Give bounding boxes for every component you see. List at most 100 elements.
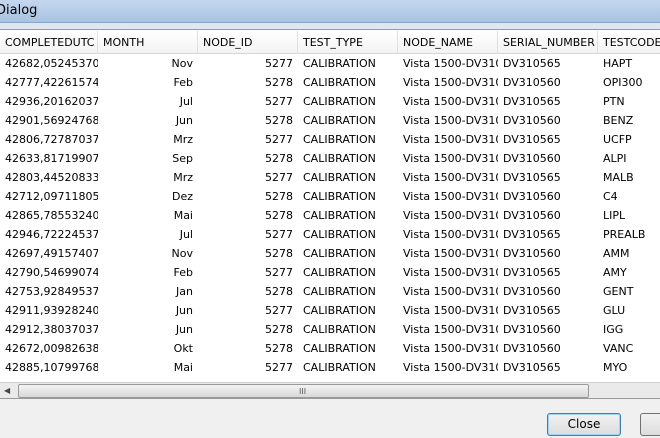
cell-test-type[interactable]: CALIBRATION — [298, 111, 398, 130]
cell-testcode[interactable]: PREALB — [598, 225, 660, 244]
cell-testcode[interactable]: GENT — [598, 282, 660, 301]
table-row[interactable]: 42865,785532407 Mai 5278 CALIBRATION Vista 1… — [0, 206, 660, 225]
cell-serial-number[interactable]: DV310565 — [498, 225, 598, 244]
cell-testcode[interactable]: HAPT — [598, 54, 660, 73]
table-row[interactable]: 42911,939282407 Jun 5277 CALIBRATION Vista 1… — [0, 301, 660, 320]
cell-month[interactable]: Sep — [98, 149, 198, 168]
cell-completedutc[interactable]: 42803,445208333 — [0, 168, 98, 187]
cell-testcode[interactable]: ALPI — [598, 149, 660, 168]
cell-serial-number[interactable]: DV310560 — [498, 206, 598, 225]
cell-serial-number[interactable]: DV310560 — [498, 187, 598, 206]
cell-completedutc[interactable]: 42682,052453704 — [0, 54, 98, 73]
cell-node-id[interactable]: 5278 — [198, 187, 298, 206]
cell-month[interactable]: Jun — [98, 301, 198, 320]
table-row[interactable]: 42936,20162037 Jul 5277 CALIBRATION Vista 15… — [0, 92, 660, 111]
cell-completedutc[interactable]: 42911,939282407 — [0, 301, 98, 320]
cell-completedutc[interactable]: 42865,785532407 — [0, 206, 98, 225]
cell-node-id[interactable]: 5277 — [198, 263, 298, 282]
cell-node-name[interactable]: Vista 1500-DV3105 — [398, 92, 498, 111]
table-row[interactable]: 42806,72787037 Mrz 5277 CALIBRATION Vista 15… — [0, 130, 660, 149]
horizontal-scrollbar[interactable]: ◀ III — [0, 382, 660, 398]
title-bar[interactable]: Dialog — [0, 0, 660, 23]
cell-testcode[interactable]: LIPL — [598, 206, 660, 225]
table-row[interactable]: 42901,569247685 Jun 5278 CALIBRATION Vista 1… — [0, 111, 660, 130]
cell-node-name[interactable]: Vista 1500-DV3105 — [398, 54, 498, 73]
table-row[interactable]: 42753,92849537 Jan 5278 CALIBRATION Vista 15… — [0, 282, 660, 301]
cell-serial-number[interactable]: DV310560 — [498, 282, 598, 301]
cell-testcode[interactable]: AMY — [598, 263, 660, 282]
scrollbar-thumb[interactable]: III — [18, 384, 589, 398]
cell-node-name[interactable]: Vista 1500-DV3105 — [398, 149, 498, 168]
cell-testcode[interactable]: GLU — [598, 301, 660, 320]
cell-node-id[interactable]: 5278 — [198, 149, 298, 168]
table-row[interactable]: 42885,107997685 Mai 5277 CALIBRATION Vista 1… — [0, 358, 660, 377]
cell-month[interactable]: Okt — [98, 339, 198, 358]
close-button[interactable]: Close — [547, 413, 621, 436]
cell-serial-number[interactable]: DV310565 — [498, 168, 598, 187]
column-header-node-id[interactable]: NODE_ID — [198, 31, 298, 54]
cell-node-id[interactable]: 5277 — [198, 301, 298, 320]
cell-testcode[interactable]: PTN — [598, 92, 660, 111]
cell-node-name[interactable]: Vista 1500-DV3105 — [398, 187, 498, 206]
cell-node-name[interactable]: Vista 1500-DV3105 — [398, 320, 498, 339]
cell-testcode[interactable]: MYO — [598, 358, 660, 377]
cell-month[interactable]: Jun — [98, 111, 198, 130]
cell-node-name[interactable]: Vista 1500-DV3105 — [398, 358, 498, 377]
cell-serial-number[interactable]: DV310565 — [498, 358, 598, 377]
cell-test-type[interactable]: CALIBRATION — [298, 92, 398, 111]
column-header-testcode[interactable]: TESTCODE — [598, 31, 660, 54]
cell-test-type[interactable]: CALIBRATION — [298, 149, 398, 168]
cell-test-type[interactable]: CALIBRATION — [298, 73, 398, 92]
cell-testcode[interactable]: IGG — [598, 320, 660, 339]
cell-month[interactable]: Dez — [98, 187, 198, 206]
cell-testcode[interactable]: MALB — [598, 168, 660, 187]
cell-completedutc[interactable]: 42901,569247685 — [0, 111, 98, 130]
cell-completedutc[interactable]: 42806,72787037 — [0, 130, 98, 149]
cell-node-name[interactable]: Vista 1500-DV3105 — [398, 168, 498, 187]
cell-test-type[interactable]: CALIBRATION — [298, 339, 398, 358]
cell-test-type[interactable]: CALIBRATION — [298, 320, 398, 339]
cell-testcode[interactable]: C4 — [598, 187, 660, 206]
cell-completedutc[interactable]: 42697,491574074 — [0, 244, 98, 263]
cell-test-type[interactable]: CALIBRATION — [298, 263, 398, 282]
cell-node-name[interactable]: Vista 1500-DV3105 — [398, 301, 498, 320]
cell-completedutc[interactable]: 42672,009826389 — [0, 339, 98, 358]
cell-node-id[interactable]: 5278 — [198, 73, 298, 92]
scroll-left-icon[interactable]: ◀ — [4, 386, 10, 395]
cell-node-id[interactable]: 5278 — [198, 282, 298, 301]
cell-completedutc[interactable]: 42946,72224537 — [0, 225, 98, 244]
cell-test-type[interactable]: CALIBRATION — [298, 187, 398, 206]
table-row[interactable]: 42682,052453704 Nov 5277 CALIBRATION Vista 1… — [0, 54, 660, 73]
cell-node-id[interactable]: 5277 — [198, 168, 298, 187]
table-row[interactable]: 42672,009826389 Okt 5278 CALIBRATION Vista 1… — [0, 339, 660, 358]
cell-month[interactable]: Jan — [98, 282, 198, 301]
cell-serial-number[interactable]: DV310560 — [498, 244, 598, 263]
cell-completedutc[interactable]: 42885,107997685 — [0, 358, 98, 377]
cell-node-name[interactable]: Vista 1500-DV3105 — [398, 73, 498, 92]
cell-month[interactable]: Jul — [98, 92, 198, 111]
cell-node-id[interactable]: 5278 — [198, 206, 298, 225]
cell-testcode[interactable]: AMM — [598, 244, 660, 263]
cell-testcode[interactable]: VANC — [598, 339, 660, 358]
cell-testcode[interactable]: BENZ — [598, 111, 660, 130]
cell-month[interactable]: Jun — [98, 320, 198, 339]
cell-serial-number[interactable]: DV310560 — [498, 320, 598, 339]
cell-month[interactable]: Mai — [98, 358, 198, 377]
cell-month[interactable]: Jul — [98, 225, 198, 244]
table-row[interactable]: 42790,546990741 Feb 5277 CALIBRATION Vista 1… — [0, 263, 660, 282]
cell-node-id[interactable]: 5277 — [198, 130, 298, 149]
cell-node-id[interactable]: 5277 — [198, 92, 298, 111]
cell-month[interactable]: Mai — [98, 206, 198, 225]
cell-month[interactable]: Nov — [98, 54, 198, 73]
cell-test-type[interactable]: CALIBRATION — [298, 206, 398, 225]
cell-month[interactable]: Feb — [98, 263, 198, 282]
table-row[interactable]: 42712,097118056 Dez 5278 CALIBRATION Vista 1… — [0, 187, 660, 206]
cell-test-type[interactable]: CALIBRATION — [298, 282, 398, 301]
table-row[interactable]: 42633,817199074 Sep 5278 CALIBRATION Vista 1… — [0, 149, 660, 168]
cell-testcode[interactable]: OPI300 — [598, 73, 660, 92]
table-row[interactable]: 42777,422615741 Feb 5278 CALIBRATION Vista 1… — [0, 73, 660, 92]
cell-month[interactable]: Mrz — [98, 130, 198, 149]
cell-node-id[interactable]: 5278 — [198, 339, 298, 358]
cell-serial-number[interactable]: DV310565 — [498, 263, 598, 282]
cell-node-name[interactable]: Vista 1500-DV3105 — [398, 130, 498, 149]
